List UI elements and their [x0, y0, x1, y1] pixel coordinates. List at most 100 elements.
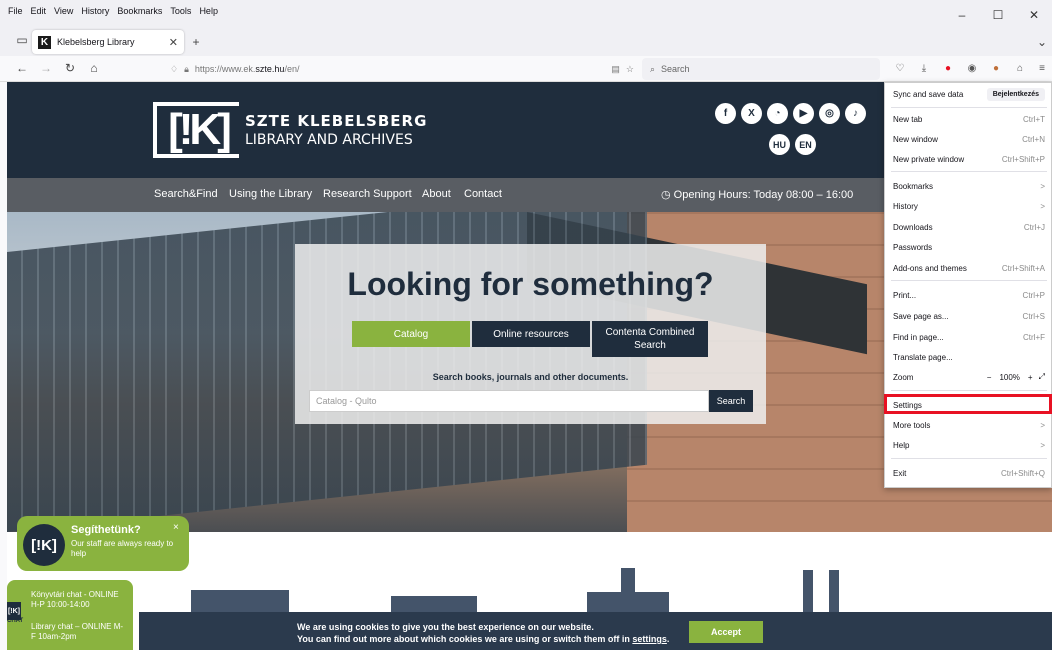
menu-file[interactable]: File — [8, 6, 23, 16]
tab-overflow-icon[interactable]: ⌄ — [1032, 32, 1052, 52]
catalog-search-input[interactable]: Catalog - Qulto — [309, 390, 709, 412]
x-icon[interactable]: X — [741, 103, 762, 124]
accept-cookies-button[interactable]: Accept — [689, 621, 763, 643]
menu-save-page[interactable]: Save page as... Ctrl+S — [885, 306, 1052, 326]
tab-close-icon[interactable]: ✕ — [169, 36, 178, 49]
tab-list-icon[interactable]: ▭ — [12, 30, 32, 50]
logo-title: SZTE KLEBELSBERG — [245, 112, 428, 130]
menu-exit[interactable]: Exit Ctrl+Shift+Q — [885, 463, 1052, 483]
back-arrow-icon[interactable]: ← — [12, 58, 32, 78]
menu-downloads[interactable]: Downloads Ctrl+J — [885, 217, 1052, 237]
catalog-tab[interactable]: Catalog — [352, 321, 470, 347]
chat-bubble[interactable]: [!K] Segíthetünk? Our staff are always r… — [17, 516, 189, 571]
menu-new-tab[interactable]: New tab Ctrl+T — [885, 109, 1052, 129]
menu-divider — [891, 390, 1047, 391]
url-text: https://www.ek.szte.hu/en/ — [194, 64, 300, 74]
menu-more-tools[interactable]: More tools > — [885, 415, 1052, 435]
cookie-settings-link[interactable]: settings — [632, 634, 667, 644]
downloads-icon[interactable]: ⤓ — [916, 60, 932, 76]
settings-highlight-box — [884, 394, 1052, 414]
facebook-icon[interactable]: f — [715, 103, 736, 124]
lang-en-button[interactable]: EN — [795, 134, 816, 155]
chat-logo: [!K] — [23, 524, 65, 566]
tab-klebelsberg[interactable]: K Klebelsberg Library ✕ — [32, 30, 184, 54]
zoom-level[interactable]: 100% — [999, 373, 1019, 382]
nav-research-support[interactable]: Research Support — [323, 188, 412, 200]
menu-print[interactable]: Print... Ctrl+P — [885, 285, 1052, 305]
extension-2-icon[interactable]: ● — [988, 60, 1004, 76]
menu-passwords[interactable]: Passwords — [885, 237, 1052, 257]
menu-divider — [891, 171, 1047, 172]
nav-about[interactable]: About — [422, 188, 451, 200]
menu-history[interactable]: History > — [885, 196, 1052, 216]
rss-icon[interactable]: ◔ — [767, 103, 788, 124]
reader-view-icon[interactable]: ▤ — [611, 64, 620, 75]
chevron-right-icon: > — [1040, 201, 1045, 211]
menu-history[interactable]: History — [81, 6, 109, 16]
menu-sync[interactable]: Sync and save data Bejelentkezés — [885, 83, 1052, 105]
tiktok-icon[interactable]: ♪ — [845, 103, 866, 124]
zoom-in-button[interactable]: + — [1028, 373, 1033, 382]
sign-in-button[interactable]: Bejelentkezés — [986, 87, 1045, 101]
tower-pictogram — [621, 568, 635, 592]
chat-close-icon[interactable]: × — [173, 522, 179, 533]
menu-new-window[interactable]: New window Ctrl+N — [885, 129, 1052, 149]
chat-tag: CHAT — [7, 618, 24, 624]
menu-view[interactable]: View — [54, 6, 73, 16]
adblock-icon[interactable]: ● — [940, 60, 956, 76]
reload-icon[interactable]: ↻ — [60, 58, 80, 78]
menu-find-in-page[interactable]: Find in page... Ctrl+F — [885, 327, 1052, 347]
contenta-search-tab[interactable]: Contenta Combined Search — [592, 321, 708, 357]
zoom-out-button[interactable]: − — [987, 373, 992, 382]
cookie-text-1: We are using cookies to give you the bes… — [297, 622, 594, 632]
chat-title: Segíthetünk? — [71, 524, 141, 536]
account-icon[interactable]: ⌂ — [1012, 60, 1028, 76]
chevron-right-icon: > — [1040, 440, 1045, 450]
cookie-banner: We are using cookies to give you the bes… — [139, 612, 1052, 650]
library-logo[interactable]: [!K] — [153, 102, 239, 158]
url-bar[interactable]: ♢ 🔒︎ https://www.ek.szte.hu/en/ ▤ ☆ — [162, 58, 640, 80]
home-icon[interactable]: ⌂ — [84, 58, 104, 78]
menu-translate[interactable]: Translate page... — [885, 347, 1052, 367]
menu-zoom: Zoom − 100% + ⤢ — [893, 372, 1045, 382]
menu-edit[interactable]: Edit — [31, 6, 47, 16]
youtube-icon[interactable]: ▶ — [793, 103, 814, 124]
bookmark-star-icon[interactable]: ☆ — [626, 64, 634, 75]
nav-search-find[interactable]: Search&Find — [154, 188, 218, 200]
chat-subtitle: Our staff are always ready to help — [71, 539, 174, 558]
nav-contact[interactable]: Contact — [464, 188, 502, 200]
opening-hours[interactable]: ◷ Opening Hours: Today 08:00 – 16:00 — [661, 188, 853, 201]
chat-panel[interactable]: [!K] CHAT Könyvtári chat - ONLINE H-P 10… — [7, 580, 133, 650]
hero-title: Looking for something? — [347, 266, 714, 302]
search-panel: Looking for something? Catalog Online re… — [295, 244, 766, 424]
lang-hu-button[interactable]: HU — [769, 134, 790, 155]
new-tab-button[interactable]: + — [186, 32, 206, 52]
lock-icon[interactable]: 🔒︎ — [184, 64, 189, 75]
menu-bookmarks[interactable]: Bookmarks — [117, 6, 162, 16]
menu-divider — [891, 107, 1047, 108]
menu-help[interactable]: Help > — [885, 435, 1052, 455]
instagram-icon[interactable]: ◎ — [819, 103, 840, 124]
pocket-icon[interactable]: ♡ — [892, 60, 908, 76]
menu-bookmarks[interactable]: Bookmarks > — [885, 176, 1052, 196]
fullscreen-icon[interactable]: ⤢ — [1039, 372, 1045, 382]
shield-icon[interactable]: ♢ — [170, 64, 178, 75]
chat-hu-text[interactable]: Könyvtári chat - ONLINE H-P 10:00-14:00 — [31, 590, 127, 610]
menu-help[interactable]: Help — [199, 6, 218, 16]
menu-new-private-window[interactable]: New private window Ctrl+Shift+P — [885, 149, 1052, 169]
tab-title: Klebelsberg Library — [57, 37, 135, 47]
search-bar[interactable]: ⌕ Search — [642, 58, 880, 80]
chevron-right-icon: > — [1040, 181, 1045, 191]
online-resources-tab[interactable]: Online resources — [472, 321, 590, 347]
menu-addons[interactable]: Add-ons and themes Ctrl+Shift+A — [885, 258, 1052, 278]
menu-divider — [891, 458, 1047, 459]
nav-using-library[interactable]: Using the Library — [229, 188, 312, 200]
logo-subtitle: LIBRARY AND ARCHIVES — [245, 132, 413, 148]
extension-icon[interactable]: ◉ — [964, 60, 980, 76]
app-menu-icon[interactable]: ≡ — [1034, 60, 1050, 76]
forward-arrow-icon[interactable]: → — [36, 58, 56, 78]
search-button[interactable]: Search — [709, 390, 753, 412]
chat-en-text[interactable]: Library chat – ONLINE M-F 10am-2pm — [31, 622, 127, 642]
search-hint: Search books, journals and other documen… — [432, 372, 629, 382]
menu-tools[interactable]: Tools — [170, 6, 191, 16]
